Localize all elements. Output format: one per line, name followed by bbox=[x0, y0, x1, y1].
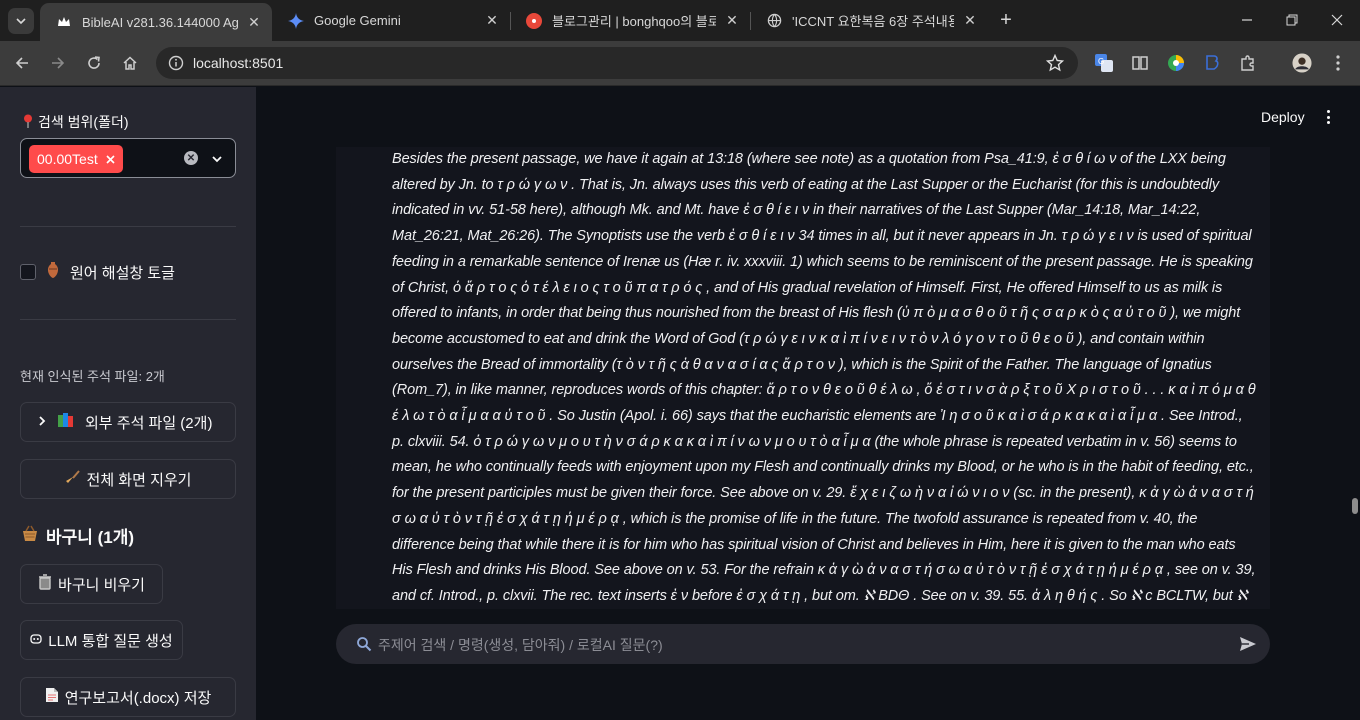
tab-title: BibleAI v281.36.144000 Agape bbox=[82, 14, 238, 30]
browser-menu-icon[interactable] bbox=[1328, 53, 1348, 73]
folder-scope-label: 검색 범위(폴더) bbox=[22, 112, 129, 132]
sidebar-heading-clipped bbox=[20, 87, 220, 106]
sidebar: 검색 범위(폴더) 00.00Test ✕ 원어 해설창 토글 현재 인식된 주… bbox=[0, 87, 256, 720]
puzzle-extension-icon[interactable] bbox=[1238, 53, 1258, 73]
commentary-panel[interactable]: Besides the present passage, we have it … bbox=[336, 147, 1270, 609]
basket-header: 바구니 (1개) bbox=[20, 523, 134, 548]
bookmark-star-icon[interactable] bbox=[1046, 54, 1064, 72]
color-extension-icon[interactable] bbox=[1166, 53, 1186, 73]
empty-basket-button[interactable]: 바구니 비우기 bbox=[20, 564, 163, 604]
external-files-expander[interactable]: 외부 주석 파일 (2개) bbox=[20, 402, 236, 442]
toggle-label: 원어 해설창 토글 bbox=[70, 264, 175, 282]
recognized-files-caption: 현재 인식된 주석 파일: 2개 bbox=[20, 369, 165, 384]
save-report-label: 연구보고서(.docx) 저장 bbox=[64, 689, 212, 707]
minimize-icon[interactable] bbox=[1237, 10, 1257, 30]
main-area: Deploy Besides the present passage, we h… bbox=[256, 87, 1360, 720]
toggle-checkbox[interactable] bbox=[20, 264, 36, 280]
original-language-toggle[interactable]: 원어 해설창 토글 bbox=[20, 261, 175, 283]
external-files-label: 외부 주석 파일 (2개) bbox=[85, 414, 213, 432]
chevron-down-icon[interactable] bbox=[209, 151, 225, 167]
chat-input[interactable]: 주제어 검색 / 명령(생성, 담아줘) / 로컬AI 질문(?) bbox=[336, 624, 1270, 664]
scrollbar-thumb[interactable] bbox=[1352, 498, 1358, 514]
trash-icon bbox=[38, 574, 52, 594]
close-icon[interactable]: ✕ bbox=[484, 12, 500, 29]
folder-scope-label-text: 검색 범위(폴더) bbox=[38, 114, 129, 130]
search-icon bbox=[357, 637, 372, 652]
selected-folder-chip: 00.00Test bbox=[29, 145, 123, 173]
close-icon[interactable]: ✕ bbox=[724, 12, 740, 29]
tab-gemini[interactable]: Google Gemini ✕ bbox=[272, 0, 510, 41]
avatar[interactable] bbox=[1292, 53, 1312, 73]
basket-header-text: 바구니 (1개) bbox=[46, 528, 135, 547]
new-tab-button[interactable]: + bbox=[996, 10, 1016, 31]
clear-selection-icon[interactable]: ✕ bbox=[184, 151, 198, 165]
window-close-icon[interactable] bbox=[1327, 10, 1347, 30]
llm-question-label: LLM 통합 질문 생성 bbox=[48, 632, 173, 650]
clear-screen-label: 전체 화면 지우기 bbox=[86, 471, 192, 489]
browser-toolbar: localhost:8501 G bbox=[0, 41, 1360, 86]
close-icon[interactable]: ✕ bbox=[246, 14, 262, 30]
selected-folder-text: 00.00Test bbox=[37, 151, 98, 167]
back-icon[interactable] bbox=[11, 52, 33, 74]
basket-icon bbox=[20, 524, 40, 547]
tab-iccnt[interactable]: 'ICCNT 요한복음 6장 주석내용 ✕ bbox=[750, 0, 988, 41]
crown-icon bbox=[56, 14, 72, 30]
chat-placeholder: 주제어 검색 / 명령(생성, 담아줘) / 로컬AI 질문(?) bbox=[378, 637, 663, 653]
folder-multiselect[interactable]: 00.00Test ✕ bbox=[20, 138, 236, 178]
forward-icon[interactable] bbox=[47, 52, 69, 74]
deploy-button[interactable]: Deploy bbox=[1261, 109, 1305, 125]
books-icon bbox=[57, 412, 75, 432]
restore-icon[interactable] bbox=[1282, 10, 1302, 30]
divider bbox=[20, 319, 236, 320]
address-bar[interactable]: localhost:8501 bbox=[156, 47, 1078, 79]
tab-title: 'ICCNT 요한복음 6장 주석내용 bbox=[792, 14, 954, 29]
home-icon[interactable] bbox=[119, 52, 141, 74]
reader-extension-icon[interactable] bbox=[1130, 53, 1150, 73]
clear-screen-button[interactable]: 전체 화면 지우기 bbox=[20, 459, 236, 499]
robot-icon bbox=[30, 632, 42, 649]
tab-title: Google Gemini bbox=[314, 13, 401, 28]
tab-bibleai[interactable]: BibleAI v281.36.144000 Agape ✕ bbox=[40, 3, 272, 41]
save-report-button[interactable]: 연구보고서(.docx) 저장 bbox=[20, 677, 236, 717]
tab-blog[interactable]: 블로그관리 | bonghqoo의 블로 ✕ bbox=[510, 0, 750, 41]
amphora-icon bbox=[46, 261, 60, 283]
app-menu-icon[interactable] bbox=[1319, 108, 1337, 126]
divider bbox=[20, 226, 236, 227]
globe-icon bbox=[766, 13, 782, 29]
commentary-text: Besides the present passage, we have it … bbox=[392, 151, 1256, 604]
translate-extension-icon[interactable]: G bbox=[1094, 53, 1114, 73]
empty-basket-label: 바구니 비우기 bbox=[58, 576, 145, 594]
llm-question-button[interactable]: LLM 통합 질문 생성 bbox=[20, 620, 183, 660]
blog-icon bbox=[526, 12, 542, 29]
send-icon[interactable] bbox=[1238, 634, 1258, 654]
close-icon[interactable]: ✕ bbox=[962, 12, 978, 29]
broom-icon bbox=[65, 469, 81, 489]
gemini-star-icon bbox=[288, 12, 304, 29]
chevron-down-icon bbox=[16, 18, 26, 25]
svg-text:G: G bbox=[1098, 57, 1104, 66]
tab-title: 블로그관리 | bonghqoo의 블로 bbox=[552, 14, 716, 29]
browser-tab-bar: BibleAI v281.36.144000 Agape ✕ Google Ge… bbox=[0, 0, 1360, 41]
tab-search-button[interactable] bbox=[8, 8, 34, 34]
url-text: localhost:8501 bbox=[193, 55, 284, 71]
site-info-icon[interactable] bbox=[168, 55, 184, 71]
remove-chip-icon[interactable] bbox=[106, 151, 115, 167]
pin-icon bbox=[22, 114, 34, 131]
chevron-right-icon bbox=[37, 414, 47, 431]
reload-icon[interactable] bbox=[83, 52, 105, 74]
bookmark-extension-icon[interactable] bbox=[1202, 53, 1222, 73]
document-icon bbox=[45, 687, 59, 707]
